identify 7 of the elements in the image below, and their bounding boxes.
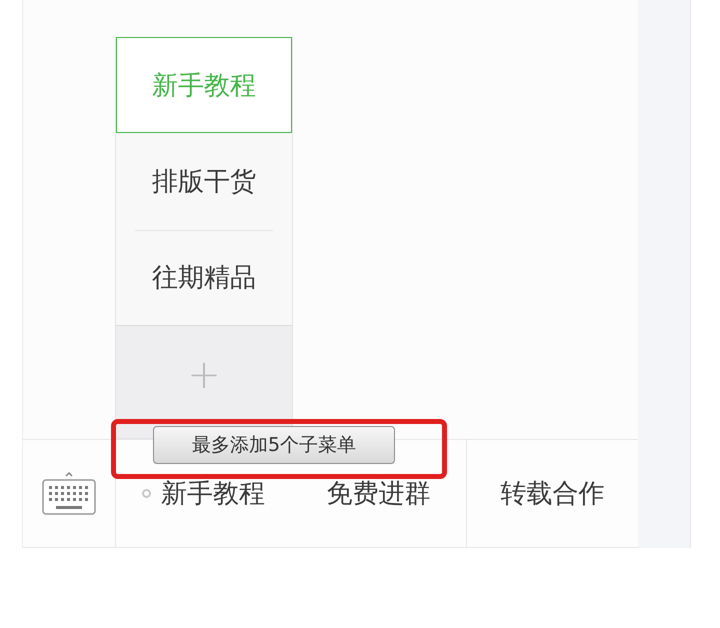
menu-item[interactable]: 新手教程 <box>161 476 265 512</box>
menu-item[interactable]: 转载合作 <box>500 476 604 512</box>
tooltip: 最多添加5个子菜单 <box>153 426 395 464</box>
submenu-item[interactable]: 往期精品 <box>116 229 292 325</box>
submenu-item[interactable]: 排版干货 <box>116 133 292 229</box>
keyboard-icon[interactable] <box>42 470 96 517</box>
menu-item[interactable]: 免费进群 <box>326 476 430 512</box>
